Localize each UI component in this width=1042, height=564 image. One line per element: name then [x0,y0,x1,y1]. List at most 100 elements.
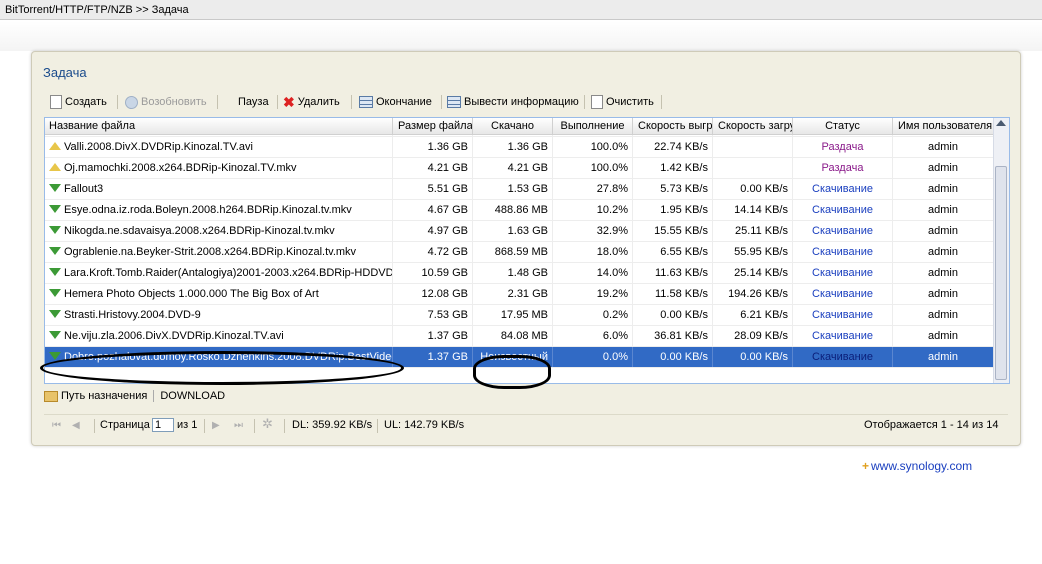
upload-arrow-icon [49,163,61,172]
cell-name: Ograblenie.na.Beyker-Strit.2008.x264.BDR… [45,242,393,262]
first-page-icon[interactable]: ⏮ [52,421,62,431]
destination-bar: Путь назначения DOWNLOAD [44,388,225,404]
refresh-icon[interactable]: ✲ [262,417,273,430]
cell-up: 0.00 KB/s [633,347,713,367]
cell-size: 12.08 GB [393,284,473,304]
toolbar-separator [217,95,218,109]
cell-status: Скачивание [793,326,893,346]
header-band [0,21,1042,51]
clear-icon [591,95,603,109]
file-name: Strasti.Hristovy.2004.DVD-9 [64,309,201,321]
pager-separator [204,419,205,433]
finish-button[interactable]: Окончание [359,93,432,111]
create-button[interactable]: Создать [50,93,107,111]
pager-separator [254,419,255,433]
table-row[interactable]: Ograblenie.na.Beyker-Strit.2008.x264.BDR… [45,242,994,263]
scroll-thumb[interactable] [995,166,1007,380]
file-name: Ograblenie.na.Beyker-Strit.2008.x264.BDR… [64,246,357,258]
panel-title: Задача [43,65,87,80]
cell-progress: 27.8% [553,179,633,199]
table-row[interactable]: Lara.Kroft.Tomb.Raider(Antalogiya)2001-2… [45,263,994,284]
ul-speed: UL: 142.79 KB/s [384,419,465,431]
cell-status: Скачивание [793,200,893,220]
cell-downloaded: 1.63 GB [473,221,553,241]
cell-progress: 0.2% [553,305,633,325]
cell-status: Скачивание [793,284,893,304]
last-page-icon[interactable]: ⏭ [234,421,244,431]
col-header-downloaded[interactable]: Скачано [473,118,553,134]
cell-up: 1.42 KB/s [633,158,713,178]
cell-down: 0.00 KB/s [713,179,793,199]
col-header-status[interactable]: Статус [793,118,893,134]
cell-size: 7.53 GB [393,305,473,325]
cell-downloaded: 868.59 MB [473,242,553,262]
next-page-icon[interactable]: ▶ [212,421,222,431]
task-panel: Задача Создать Возобновить Пауза ✖ Удали… [31,51,1021,446]
cell-downloaded: 2.31 GB [473,284,553,304]
resume-label: Возобновить [141,96,207,108]
synology-link[interactable]: + www.synology.com [862,459,972,473]
table-row[interactable]: Ne.viju.zla.2006.DivX.DVDRip.Kinozal.TV.… [45,326,994,347]
cell-status: Скачивание [793,242,893,262]
table-row[interactable]: Nikogda.ne.sdavaisya.2008.x264.BDRip-Kin… [45,221,994,242]
upload-arrow-icon [49,142,61,151]
col-header-progress[interactable]: Выполнение [553,118,633,134]
cell-progress: 0.0% [553,347,633,367]
cell-name: Strasti.Hristovy.2004.DVD-9 [45,305,393,325]
cell-progress: 18.0% [553,242,633,262]
cell-name: Lara.Kroft.Tomb.Raider(Antalogiya)2001-2… [45,263,393,283]
download-arrow-icon [49,289,61,298]
grid-vertical-scrollbar[interactable] [993,118,1009,383]
download-arrow-icon [49,205,61,214]
cell-down: 25.11 KB/s [713,221,793,241]
resume-button[interactable]: Возобновить [125,93,207,111]
table-row[interactable]: Dobro.pozhalovat.domoy.Rosko.Dzhenkins.2… [45,347,994,368]
pager-separator [284,419,285,433]
col-header-username[interactable]: Имя пользователя [893,118,994,134]
download-arrow-icon [49,184,61,193]
cell-size: 4.21 GB [393,158,473,178]
cell-progress: 32.9% [553,221,633,241]
page-label: Страница [100,419,150,431]
pause-button[interactable]: Пауза [238,93,269,111]
destination-label[interactable]: Путь назначения [61,390,147,402]
cell-down: 28.09 KB/s [713,326,793,346]
cell-up: 11.63 KB/s [633,263,713,283]
file-name: Dobro.pozhalovat.domoy.Rosko.Dzhenkins.2… [64,351,393,363]
table-row[interactable]: Valli.2008.DivX.DVDRip.Kinozal.TV.avi 1.3… [45,137,994,158]
table-row[interactable]: Esye.odna.iz.roda.Boleyn.2008.h264.BDRip… [45,200,994,221]
cell-down [713,158,793,178]
cell-user: admin [893,305,994,325]
table-row[interactable]: Hemera Photo Objects 1.000.000 The Big B… [45,284,994,305]
col-header-size[interactable]: Размер файла [393,118,473,134]
pager-separator [94,419,95,433]
cell-user: admin [893,158,994,178]
cell-progress: 14.0% [553,263,633,283]
pause-label: Пауза [238,96,269,108]
col-header-upload-speed[interactable]: Скорость выгр [633,118,713,134]
file-name: Fallout3 [64,183,104,195]
page-number-input[interactable] [152,418,174,432]
cell-size: 10.59 GB [393,263,473,283]
table-row[interactable]: Oj.mamochki.2008.x264.BDRip-Kinozal.TV.m… [45,158,994,179]
file-name: Ne.viju.zla.2006.DivX.DVDRip.Kinozal.TV.… [64,330,284,342]
cell-downloaded: 1.53 GB [473,179,553,199]
delete-button[interactable]: ✖ Удалить [283,93,340,111]
col-header-filename[interactable]: Название файла [45,118,393,134]
file-name: Esye.odna.iz.roda.Boleyn.2008.h264.BDRip… [64,204,352,216]
cell-status: Скачивание [793,347,893,367]
col-header-download-speed[interactable]: Скорость загру [713,118,793,134]
table-row[interactable]: Strasti.Hristovy.2004.DVD-9 7.53 GB 17.95 … [45,305,994,326]
cell-progress: 19.2% [553,284,633,304]
cell-progress: 10.2% [553,200,633,220]
prev-page-icon[interactable]: ◀ [72,421,82,431]
info-button[interactable]: Вывести информацию [447,93,579,111]
scroll-up-arrow-icon[interactable] [996,120,1006,126]
page-of-label: из 1 [177,419,198,431]
cell-up: 11.58 KB/s [633,284,713,304]
clear-label: Очистить [606,96,654,108]
clear-button[interactable]: Очистить [591,93,654,111]
table-row[interactable]: Fallout3 5.51 GB 1.53 GB 27.8% 5.73 KB/s 0.00… [45,179,994,200]
cell-user: admin [893,347,994,367]
dl-speed: DL: 359.92 KB/s [292,419,373,431]
